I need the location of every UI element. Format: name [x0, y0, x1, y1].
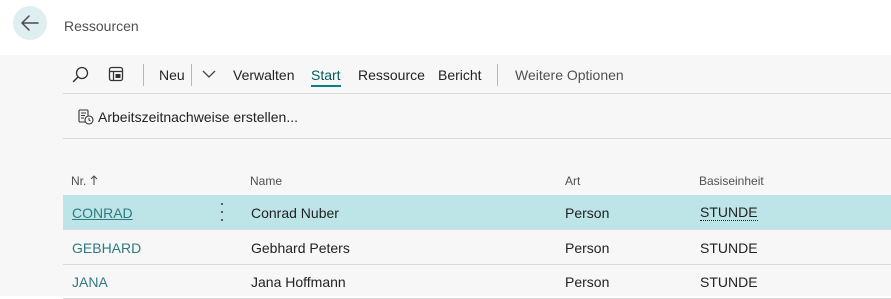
toolbar-divider	[191, 64, 192, 86]
resource-unit: STUNDE	[700, 240, 758, 256]
resource-no-link[interactable]: CONRAD	[72, 205, 133, 221]
column-header-type[interactable]: Art	[565, 174, 580, 188]
resource-name: Gebhard Peters	[251, 240, 350, 256]
arrow-left-icon	[21, 15, 39, 31]
table-row[interactable]: CONRAD Conrad Nuber Person STUNDE	[63, 195, 891, 230]
resource-unit[interactable]: STUNDE	[700, 205, 758, 221]
create-timesheets-action[interactable]: Arbeitszeitnachweise erstellen...	[78, 107, 298, 127]
resource-name: Jana Hoffmann	[251, 274, 346, 290]
divider	[63, 138, 891, 139]
tab-verwalten[interactable]: Verwalten	[233, 67, 294, 83]
tab-start-label: Start	[311, 67, 341, 83]
resource-type: Person	[565, 205, 610, 221]
resource-name: Conrad Nuber	[251, 205, 339, 221]
resource-unit: STUNDE	[700, 274, 758, 290]
table-row[interactable]: GEBHARD Gebhard Peters Person STUNDE	[63, 230, 891, 265]
chevron-down-icon[interactable]	[200, 65, 218, 83]
new-button[interactable]: Neu	[159, 67, 185, 83]
tab-bericht[interactable]: Bericht	[438, 67, 482, 83]
back-button[interactable]	[13, 6, 47, 40]
column-header-unit[interactable]: Basiseinheit	[699, 174, 764, 188]
column-header-no[interactable]: Nr.	[71, 174, 98, 188]
search-icon[interactable]	[71, 65, 89, 83]
row-actions-icon[interactable]	[214, 203, 230, 221]
page-title: Ressourcen	[64, 18, 139, 34]
timesheet-icon	[78, 109, 94, 125]
resource-type: Person	[565, 240, 610, 256]
action-bar: Neu Verwalten Start Ressource Bericht We…	[63, 55, 891, 93]
resource-no-link[interactable]: GEBHARD	[72, 240, 141, 256]
toolbar-divider	[497, 64, 498, 86]
resource-no-link[interactable]: JANA	[72, 274, 108, 290]
page-header: Ressourcen	[0, 0, 891, 55]
column-header-name[interactable]: Name	[250, 174, 282, 188]
tab-ressource[interactable]: Ressource	[358, 67, 425, 83]
resource-type: Person	[565, 274, 610, 290]
tab-start[interactable]: Start	[311, 67, 341, 87]
divider	[63, 93, 891, 94]
column-header-no-label: Nr.	[71, 174, 87, 188]
active-tab-indicator	[311, 85, 341, 87]
more-options-button[interactable]: Weitere Optionen	[515, 67, 624, 83]
toolbar-divider	[143, 64, 144, 86]
table-row[interactable]: JANA Jana Hoffmann Person STUNDE	[63, 264, 891, 299]
layout-icon[interactable]	[107, 65, 125, 83]
page-content: Neu Verwalten Start Ressource Bericht We…	[0, 55, 891, 299]
sort-ascending-icon	[90, 175, 98, 185]
create-timesheets-label: Arbeitszeitnachweise erstellen...	[98, 109, 298, 125]
